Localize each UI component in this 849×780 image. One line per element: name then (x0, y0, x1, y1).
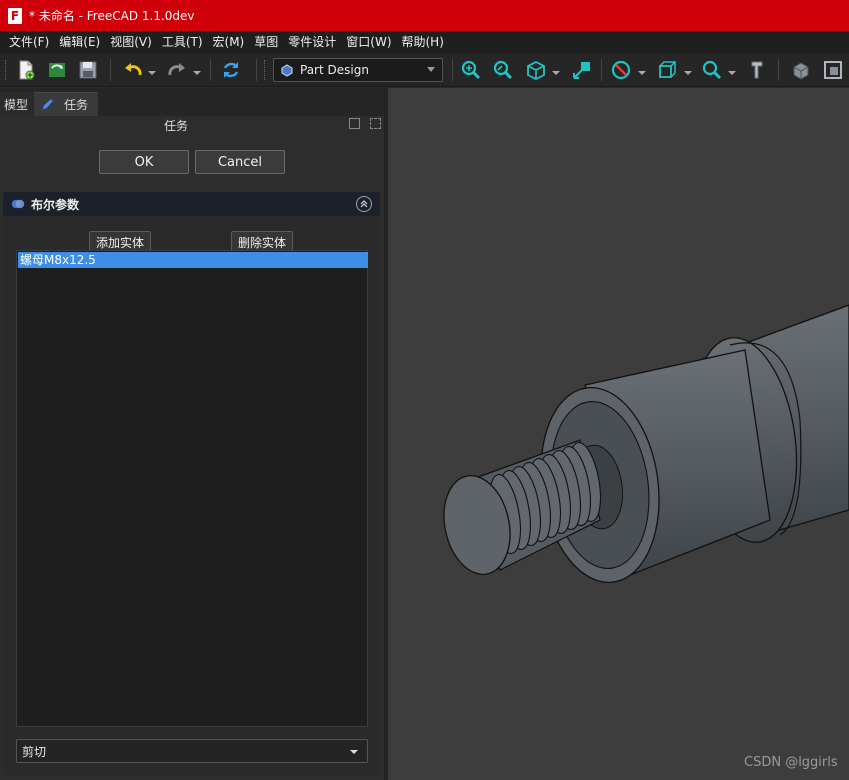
chevron-down-icon[interactable] (148, 66, 156, 75)
combo-view-panel: 模型 任务 任务 OK Cancel 布尔参数 添加实体 删除实体 螺母M8x1… (0, 88, 388, 780)
menu-macro[interactable]: 宏(M) (208, 31, 250, 53)
collapse-icon[interactable] (356, 196, 372, 212)
chevron-down-icon[interactable] (684, 66, 692, 75)
zoom-icon[interactable] (700, 58, 724, 82)
group-icon[interactable] (821, 58, 845, 82)
save-icon[interactable] (76, 58, 100, 82)
measure-icon[interactable] (745, 58, 769, 82)
panel-title: 任务 (164, 119, 189, 133)
menu-view[interactable]: 视图(V) (105, 31, 157, 53)
menu-file[interactable]: 文件(F) (4, 31, 54, 53)
undo-icon[interactable] (121, 58, 145, 82)
cancel-button[interactable]: Cancel (195, 150, 285, 174)
chevron-down-icon[interactable] (728, 66, 736, 75)
part-icon[interactable] (789, 58, 813, 82)
menu-help[interactable]: 帮助(H) (397, 31, 449, 53)
chevron-down-icon (427, 67, 435, 72)
watermark: CSDN @lggirls (744, 755, 838, 770)
toolbar-separator (210, 59, 211, 81)
dock-close-icon[interactable] (370, 118, 381, 129)
tab-model[interactable]: 模型 (0, 92, 33, 116)
toolbar-separator (452, 59, 453, 81)
redo-icon[interactable] (165, 58, 189, 82)
menu-bar: 文件(F) 编辑(E) 视图(V) 工具(T) 宏(M) 草图 零件设计 窗口(… (0, 31, 849, 53)
boolean-parameters-box: 布尔参数 添加实体 删除实体 螺母M8x12.5 剪切 (3, 192, 380, 775)
menu-edit[interactable]: 编辑(E) (54, 31, 105, 53)
title-bar: F * 未命名 - FreeCAD 1.1.0dev (0, 0, 849, 31)
menu-tools[interactable]: 工具(T) (157, 31, 208, 53)
draw-style-icon[interactable] (609, 58, 633, 82)
operation-type-dropdown[interactable]: 剪切 (16, 739, 368, 763)
workbench-label: Part Design (300, 63, 369, 77)
task-panel-header: 任务 (0, 116, 388, 136)
bounding-box-icon[interactable] (655, 58, 679, 82)
pencil-icon (41, 97, 54, 111)
window-title: * 未命名 - FreeCAD 1.1.0dev (29, 9, 195, 23)
boolean-icon (11, 199, 25, 209)
shaft-model (443, 304, 849, 584)
boolean-parameters-body: 添加实体 删除实体 螺母M8x12.5 剪切 (3, 216, 380, 775)
tab-task[interactable]: 任务 (34, 92, 98, 116)
3d-viewport[interactable] (388, 88, 849, 780)
part-design-icon (281, 64, 293, 77)
list-item[interactable]: 螺母M8x12.5 (18, 252, 368, 268)
fit-selection-icon[interactable] (491, 58, 515, 82)
body-list[interactable]: 螺母M8x12.5 (16, 250, 368, 727)
toolbar-handle[interactable] (5, 60, 8, 80)
boolean-parameters-title: 布尔参数 (31, 197, 80, 212)
menu-part-design[interactable]: 零件设计 (283, 31, 341, 53)
tab-task-label: 任务 (64, 98, 89, 112)
tab-model-label: 模型 (4, 97, 29, 112)
align-to-selection-icon[interactable] (570, 58, 594, 82)
workbench-selector[interactable]: Part Design (273, 58, 443, 82)
chevron-down-icon (350, 750, 358, 754)
operation-type-value: 剪切 (22, 744, 47, 759)
boolean-parameters-header[interactable]: 布尔参数 (3, 192, 380, 216)
menu-window[interactable]: 窗口(W) (341, 31, 396, 53)
toolbar-handle[interactable] (264, 60, 267, 80)
freecad-window: F * 未命名 - FreeCAD 1.1.0dev 文件(F) 编辑(E) 视… (0, 0, 849, 780)
toolbar-separator (256, 59, 257, 81)
chevron-down-icon[interactable] (193, 66, 201, 75)
panel-tabs: 模型 任务 (0, 88, 388, 116)
menu-sketch[interactable]: 草图 (249, 31, 283, 53)
open-document-icon[interactable] (45, 58, 69, 82)
chevron-down-icon[interactable] (552, 66, 560, 75)
chevron-down-icon[interactable] (638, 66, 646, 75)
ok-button[interactable]: OK (99, 150, 189, 174)
toolbar-separator (778, 59, 779, 81)
new-document-icon[interactable] (14, 58, 38, 82)
fit-all-icon[interactable] (459, 58, 483, 82)
dock-float-icon[interactable] (349, 118, 360, 129)
freecad-logo-icon: F (8, 7, 22, 24)
view-cube-icon[interactable] (524, 58, 548, 82)
toolbar-separator (110, 59, 111, 81)
toolbar-separator (601, 59, 602, 81)
refresh-icon[interactable] (219, 58, 243, 82)
